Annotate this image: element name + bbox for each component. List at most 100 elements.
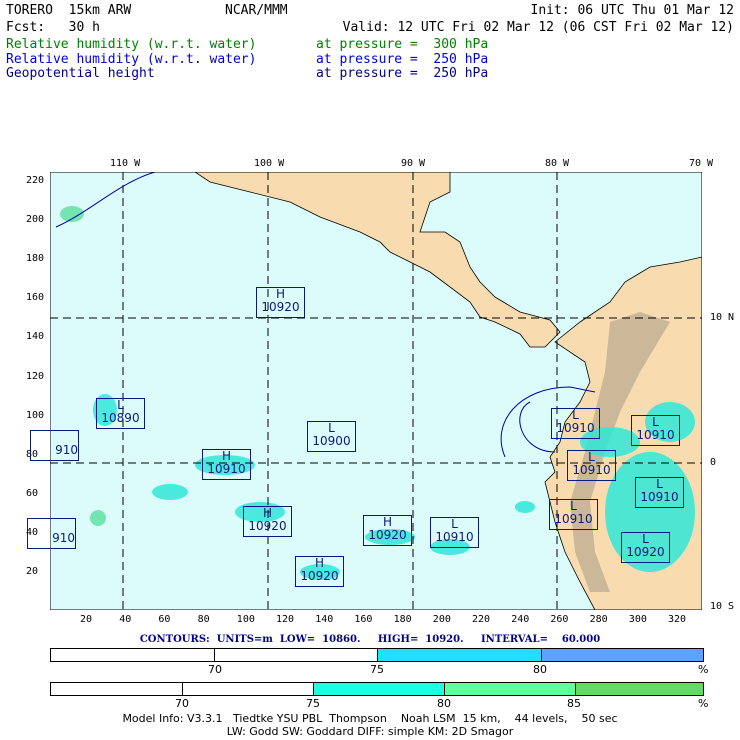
colorbar-250-tick: 70: [208, 663, 222, 676]
colorbar-rh-250: [50, 648, 704, 662]
pressure-center-label: H 10920: [363, 515, 412, 546]
x-tick-label: 300: [628, 614, 647, 625]
colorbar-300-tick: 75: [306, 697, 320, 710]
center-value: 10920: [300, 569, 339, 583]
lat-label-0: 0: [710, 457, 717, 468]
field-3-level: at pressure = 250 hPa: [316, 66, 489, 81]
pressure-center-label: L 10910: [551, 408, 600, 439]
pressure-center-label: L 10900: [307, 421, 356, 452]
pressure-center-label: H 10920: [243, 506, 292, 537]
center-value: 10910: [554, 512, 593, 526]
x-tick-label: 60: [158, 614, 171, 625]
center-value: 10920: [248, 519, 287, 533]
pressure-center-label: H 10910: [202, 449, 251, 480]
y-tick-label: 200: [26, 214, 45, 226]
colorbar-300-bin: [445, 683, 576, 695]
center-value: 10910: [572, 463, 611, 477]
model-info-line1: Model Info: V3.3.1 Tiedtke YSU PBL Thomp…: [122, 712, 618, 725]
y-tick-label: 160: [26, 292, 45, 304]
x-tick-label: 240: [511, 614, 530, 625]
colorbar-250-unit: %: [698, 663, 709, 676]
x-tick-label: 220: [472, 614, 491, 625]
colorbar-250-tick: 80: [533, 663, 547, 676]
center-value: 10900: [312, 434, 351, 448]
pressure-center-label: H 10920: [295, 556, 344, 587]
center-value: 10920: [626, 545, 665, 559]
lat-label-10n: 10 N: [710, 312, 735, 323]
colorbar-250-bin: [542, 649, 703, 661]
y-tick-label: 60: [26, 487, 39, 499]
x-tick-label: 320: [668, 614, 687, 625]
x-tick-label: 180: [393, 614, 412, 625]
pressure-center-label: L 10920: [621, 532, 670, 563]
contours-info: CONTOURS: UNITS=m LOW= 10860. HIGH= 1092…: [139, 634, 601, 645]
pressure-center-label: 910: [30, 430, 79, 461]
lon-label-90w: 90 W: [401, 158, 426, 169]
field-1-level: at pressure = 300 hPa: [316, 37, 489, 52]
y-tick-label: 180: [26, 253, 45, 265]
y-tick-label: 220: [26, 175, 45, 186]
x-tick-label: 260: [550, 614, 569, 625]
center-value: 10910: [435, 530, 474, 544]
x-tick-label: 160: [354, 614, 373, 625]
colorbar-300-unit: %: [698, 697, 709, 710]
colorbar-300-bin: [576, 683, 703, 695]
center-value: 10890: [101, 411, 140, 425]
pressure-center-label: L 10910: [549, 499, 598, 530]
pressure-center-label: L 10910: [631, 415, 680, 446]
forecast-hour: Fcst: 30 h: [6, 20, 100, 35]
colorbar-250-tick: 75: [370, 663, 384, 676]
colorbar-250-bin: [378, 649, 542, 661]
center-value: 10910: [636, 428, 675, 442]
center-value: 10910: [556, 421, 595, 435]
colorbar-250-bin: [215, 649, 378, 661]
colorbar-300-tick: 70: [175, 697, 189, 710]
field-2-name: Relative humidity (w.r.t. water): [6, 52, 257, 67]
init-time: Init: 06 UTC Thu 01 Mar 12: [530, 3, 735, 18]
y-tick-label: 120: [26, 370, 45, 382]
field-2-level: at pressure = 250 hPa: [316, 52, 489, 67]
field-3-name: Geopotential height: [6, 66, 155, 81]
lon-label-110w: 110 W: [110, 158, 141, 169]
colorbar-300-bin: [51, 683, 183, 695]
colorbar-250-bin: [51, 649, 215, 661]
x-tick-label: 40: [119, 614, 132, 625]
lon-label-70w: 70 W: [689, 158, 714, 169]
colorbar-300-bin: [183, 683, 314, 695]
colorbar-300-tick: 80: [437, 697, 451, 710]
y-tick-label: 100: [26, 409, 45, 421]
model-info-line2: LW: Godd SW: Goddard DIFF: simple KM: 2D…: [226, 725, 514, 738]
x-tick-label: 20: [80, 614, 93, 625]
colorbar-rh-300: [50, 682, 704, 696]
x-tick-label: 80: [197, 614, 210, 625]
pressure-center-label: L 10910: [567, 450, 616, 481]
x-tick-label: 280: [589, 614, 608, 625]
weather-map-figure: TORERO 15km ARW NCAR/MMM Init: 06 UTC Th…: [0, 0, 740, 740]
lat-label-10s: 10 S: [710, 601, 735, 612]
y-tick-label: 20: [26, 566, 39, 577]
colorbar-300-bin: [314, 683, 445, 695]
x-tick-label: 100: [236, 614, 255, 625]
colorbar-300-tick: 85: [567, 697, 581, 710]
center-value: 10920: [368, 528, 407, 542]
model-title: TORERO 15km ARW: [6, 3, 132, 18]
lon-label-100w: 100 W: [254, 158, 285, 169]
center-value: 10910: [640, 490, 679, 504]
organization: NCAR/MMM: [225, 3, 288, 18]
x-tick-label: 120: [276, 614, 295, 625]
center-value: 910: [52, 531, 75, 545]
lon-label-80w: 80 W: [545, 158, 570, 169]
field-1-name: Relative humidity (w.r.t. water): [6, 37, 257, 52]
pressure-center-label: L 10910: [430, 517, 479, 548]
pressure-center-label: H 10920: [256, 287, 305, 318]
pressure-center-label: L 10910: [635, 477, 684, 508]
center-value: 10910: [207, 462, 246, 476]
center-value: 910: [55, 443, 78, 457]
y-tick-label: 140: [26, 331, 45, 343]
pressure-center-label: L 10890: [96, 398, 145, 429]
pressure-center-label: 910: [27, 518, 76, 549]
x-tick-label: 200: [432, 614, 451, 625]
x-tick-label: 140: [315, 614, 334, 625]
valid-time: Valid: 12 UTC Fri 02 Mar 12 (06 CST Fri …: [342, 20, 734, 35]
center-value: 10920: [261, 300, 300, 314]
